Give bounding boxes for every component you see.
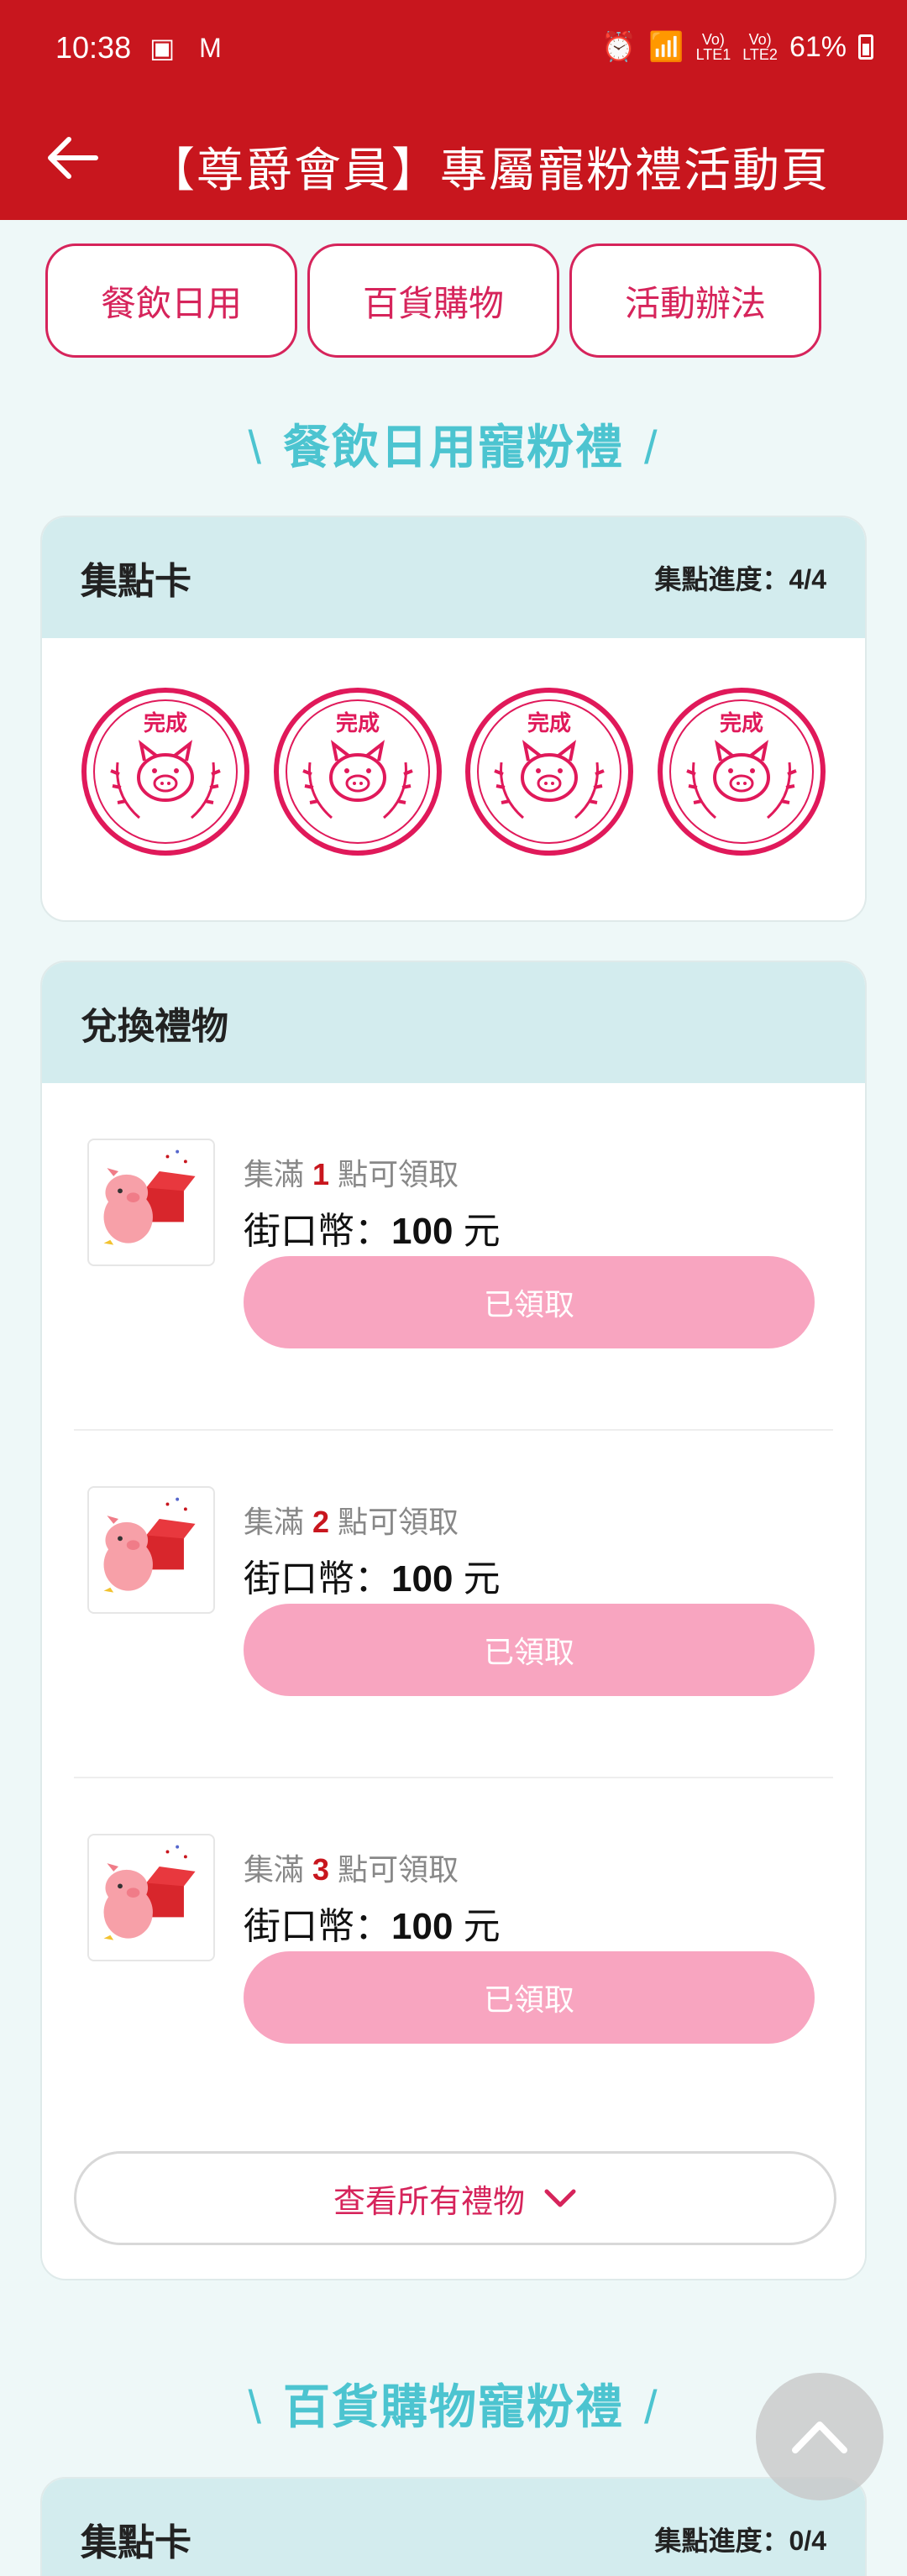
notification-icons: ▣ M: [149, 33, 230, 63]
tab-department-store[interactable]: 百貨購物: [307, 243, 559, 358]
gift-points: 3: [312, 1852, 330, 1887]
pig-gift-image: [87, 1486, 215, 1614]
svg-text:完成: 完成: [527, 710, 571, 736]
stamp-card-2-header: 集點卡 集點進度：0/4: [42, 2479, 865, 2576]
gift-item: 集滿 1 點可領取 街口幣：100 元 已領取: [42, 1083, 865, 1431]
stamp-card-header: 集點卡 集點進度：4/4: [42, 517, 865, 638]
tab-rules[interactable]: 活動辦法: [569, 243, 821, 358]
battery-percent: 61%: [789, 30, 847, 63]
stamp-progress-2: 集點進度：0/4: [654, 2526, 827, 2556]
claimed-button[interactable]: 已領取: [244, 1256, 815, 1348]
category-tabs: 餐飲日用 百貨購物 活動辦法: [45, 243, 821, 358]
gift-card-header: 兌換禮物: [42, 962, 865, 1083]
claimed-button[interactable]: 已領取: [244, 1604, 815, 1696]
view-all-label: 查看所有禮物: [333, 2184, 525, 2220]
pig-stamp-icon: 完成: [465, 688, 634, 856]
gift-name: 街口幣：100 元: [244, 1211, 501, 1252]
svg-text:完成: 完成: [336, 710, 380, 736]
stamp-card-title: 集點卡: [81, 561, 191, 602]
gift-card: 兌換禮物 集滿 1 點可領取 街口幣：100 元 已領取 集滿 2 點可領取 街…: [40, 961, 867, 2280]
svg-text:完成: 完成: [720, 710, 763, 736]
status-time: 10:38: [55, 30, 132, 65]
gift-condition: 集滿 3 點可領取: [244, 1852, 459, 1887]
gift-condition: 集滿 2 點可領取: [244, 1505, 459, 1539]
gift-condition: 集滿 1 點可領取: [244, 1157, 459, 1191]
claimed-button[interactable]: 已領取: [244, 1951, 815, 2044]
chevron-up-icon: [792, 2422, 847, 2453]
stamp-row: 完成 完成 完成 完成: [42, 638, 865, 856]
gift-name: 街口幣：100 元: [244, 1558, 501, 1600]
alarm-icon: ⏰: [600, 31, 637, 63]
pig-stamp-icon: 完成: [81, 688, 249, 856]
pig-stamp-icon: 完成: [273, 688, 442, 856]
stamp-card-2: 集點卡 集點進度：0/4: [40, 2477, 867, 2576]
section-title-dining: \ 餐飲日用寵粉禮 /: [248, 421, 659, 474]
app-bar: 【尊爵會員】專屬寵粉禮活動頁: [0, 99, 907, 220]
gift-name: 街口幣：100 元: [244, 1906, 501, 1947]
gift-points: 1: [312, 1157, 330, 1191]
gift-card-title: 兌換禮物: [81, 1006, 228, 1047]
stamp-card-2-title: 集點卡: [81, 2522, 191, 2563]
pig-gift-image: [87, 1139, 215, 1266]
gift-item: 集滿 3 點可領取 街口幣：100 元 已領取: [42, 1778, 865, 2126]
stamp-card: 集點卡 集點進度：4/4 完成 完成 完成 完成: [40, 516, 867, 922]
status-right: ⏰ 📶 Vo) LTE1 Vo) LTE2 61%: [601, 30, 873, 64]
stamp-progress: 集點進度：4/4: [654, 564, 827, 594]
wifi-icon: 📶: [648, 31, 684, 63]
pig-stamp-icon: 完成: [657, 688, 826, 856]
svg-text:完成: 完成: [144, 710, 187, 736]
status-bar: 10:38 ▣ M ⏰ 📶 Vo) LTE1 Vo) LTE2 61%: [0, 0, 907, 99]
pig-gift-image: [87, 1834, 215, 1961]
sim2-indicator: Vo) LTE2: [742, 31, 778, 63]
arrow-left-icon[interactable]: [40, 124, 107, 191]
chevron-down-icon: [544, 2189, 576, 2207]
gift-points: 2: [312, 1505, 330, 1539]
gift-item: 集滿 2 點可領取 街口幣：100 元 已領取: [42, 1431, 865, 1778]
scroll-to-top-button[interactable]: [756, 2373, 883, 2500]
view-all-gifts-button[interactable]: 查看所有禮物: [74, 2151, 836, 2245]
tab-dining[interactable]: 餐飲日用: [45, 243, 297, 358]
battery-icon: [858, 34, 873, 60]
sim1-indicator: Vo) LTE1: [695, 31, 731, 63]
page-title: 【尊爵會員】專屬寵粉禮活動頁: [148, 144, 830, 196]
